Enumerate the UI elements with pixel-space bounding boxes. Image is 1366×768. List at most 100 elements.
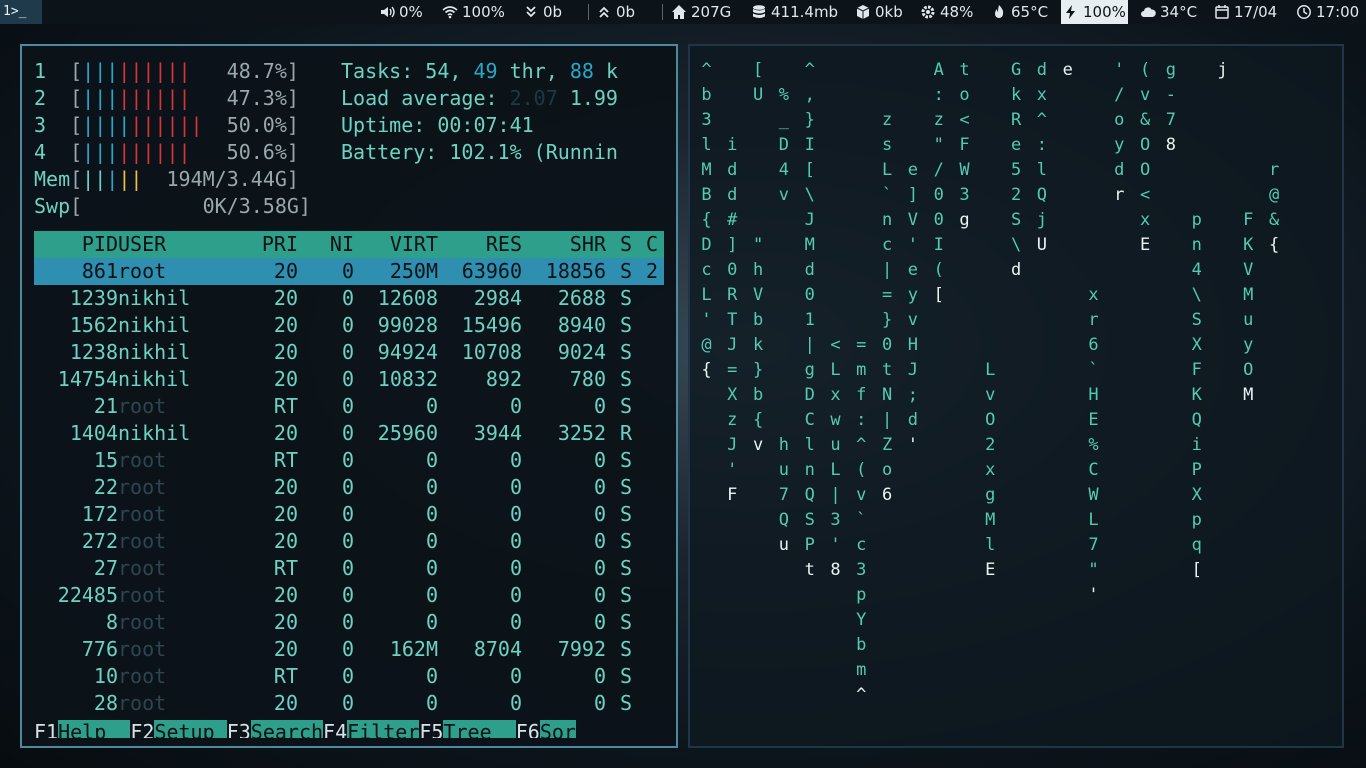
process-row[interactable]: 1238 nikhil 20 0 94924 10708 9024 S <box>34 339 664 366</box>
process-virt: 0 <box>425 583 438 607</box>
cmatrix-terminal[interactable]: ^ b 3 l M B{Dc L ' @{i d d #] 0 R T J = Xz J ' F [U " h Vb k} b{v… <box>688 44 1344 748</box>
fkey-label-f4[interactable]: Filter <box>347 720 420 738</box>
fkey-f3[interactable]: F3 <box>227 720 251 738</box>
process-row[interactable]: 21 root RT 0 0 0 0 S <box>34 393 664 420</box>
column-header-res[interactable]: RES <box>438 231 522 258</box>
cloud-icon <box>1141 7 1156 17</box>
process-shr: 18856 <box>545 259 606 283</box>
temperature-module[interactable]: 65°C <box>991 0 1048 24</box>
volume-module[interactable]: 0% <box>379 0 423 24</box>
date-module[interactable]: 17/04 <box>1214 0 1277 24</box>
kthreads-label: k <box>605 59 619 83</box>
fkey-f2[interactable]: F2 <box>130 720 154 738</box>
process-row[interactable]: 1562 nikhil 20 0 99028 15496 8940 S <box>34 312 664 339</box>
process-ni: 0 <box>341 610 354 634</box>
weather-module[interactable]: 34°C <box>1140 0 1197 24</box>
matrix-column: i d d #] 0 R T J = Xz J ' F <box>727 135 738 505</box>
upload-module[interactable]: 0b <box>596 0 635 24</box>
column-header-pri[interactable]: PRI <box>234 231 298 258</box>
cpu-id: 4 <box>34 140 47 164</box>
wifi-module[interactable]: 100% <box>442 0 505 24</box>
process-row[interactable]: 15 root RT 0 0 0 0 S <box>34 447 664 474</box>
swap-module[interactable]: 0kb <box>855 0 903 24</box>
cpu-module[interactable]: 48% <box>920 0 973 24</box>
battery-value: 100% <box>1083 3 1126 21</box>
load-average-1: 2.07 <box>509 86 558 110</box>
battery-module[interactable]: 100% <box>1061 0 1128 24</box>
htop-terminal[interactable]: 1 [||||||||| 48.7%] 2 [||||||||| 47.3%] 3 … <box>20 44 678 748</box>
column-header-s[interactable]: S <box>620 231 640 258</box>
process-table-header[interactable]: PID USER PRI NI VIRT RES SHR S C <box>34 231 664 258</box>
process-row[interactable]: 27 root RT 0 0 0 0 S <box>34 555 664 582</box>
weather-value: 34°C <box>1160 3 1198 21</box>
memory-module[interactable]: 411.4mb <box>751 0 838 24</box>
column-header-c[interactable]: C <box>646 231 664 258</box>
column-header-pid[interactable]: PID <box>34 231 118 258</box>
fkey-f4[interactable]: F4 <box>323 720 347 738</box>
download-module[interactable]: 0b <box>523 0 562 24</box>
tasks-label: Tasks: <box>341 59 414 83</box>
process-pri: 20 <box>273 421 298 445</box>
temperature-value: 65°C <box>1011 3 1049 21</box>
cpu-percent: 48.7% <box>226 59 287 83</box>
process-row[interactable]: 1404 nikhil 20 0 25960 3944 3252 R <box>34 420 664 447</box>
process-shr: 0 <box>593 529 606 553</box>
home-disk-module[interactable]: 207G <box>671 0 731 24</box>
process-virt: 162M <box>389 637 438 661</box>
process-pri: 20 <box>273 475 298 499</box>
cpu-id: 2 <box>34 86 47 110</box>
fkey-label-f2[interactable]: Setup <box>154 720 227 738</box>
process-row[interactable]: 861 root 20 0 250M 63960 18856 S 2 <box>34 258 664 285</box>
clock-module[interactable]: 17:00 <box>1296 0 1359 24</box>
cpu-meter-4: 4 [||||||||| 50.6%] <box>34 140 299 164</box>
matrix-column: A: z "/0 0 I([ <box>933 60 944 305</box>
process-res: 3944 <box>473 421 522 445</box>
process-s: S <box>620 529 633 553</box>
fkey-label-f6[interactable]: Sor <box>539 720 576 738</box>
calendar-icon <box>1215 5 1229 19</box>
process-pid: 21 <box>93 394 118 418</box>
process-res: 0 <box>509 502 522 526</box>
fkey-label-f3[interactable]: Search <box>250 720 324 738</box>
process-s: S <box>620 340 633 364</box>
matrix-column: % _ D 4 v hu7Qu <box>778 85 790 555</box>
fkey-f1[interactable]: F1 <box>34 720 58 738</box>
process-shr: 3252 <box>557 421 606 445</box>
fkey-f5[interactable]: F5 <box>419 720 443 738</box>
process-pid: 1239 <box>69 286 118 310</box>
download-value: 0b <box>543 3 563 21</box>
process-row[interactable]: 8 root 20 0 0 0 0 S <box>34 609 664 636</box>
database-icon <box>753 5 765 18</box>
process-res: 0 <box>509 583 522 607</box>
fkey-label-f5[interactable]: Tree <box>443 720 516 738</box>
process-s: S <box>620 610 633 634</box>
process-pid: 172 <box>81 502 118 526</box>
process-s: S <box>620 286 633 310</box>
process-shr: 0 <box>593 475 606 499</box>
fkey-label-f1[interactable]: Help <box>58 720 131 738</box>
column-header-shr[interactable]: SHR <box>522 231 606 258</box>
column-header-virt[interactable]: VIRT <box>354 231 438 258</box>
process-pri: 20 <box>273 583 298 607</box>
threads-count: 49 <box>473 59 498 83</box>
function-key-bar: F1Help F2Setup F3SearchF4FilterF5Tree F6… <box>34 719 576 738</box>
process-row[interactable]: 10 root RT 0 0 0 0 S <box>34 663 664 690</box>
process-row[interactable]: 172 root 20 0 0 0 0 S <box>34 501 664 528</box>
process-row[interactable]: 14754 nikhil 20 0 10832 892 780 S <box>34 366 664 393</box>
cpu-id: 3 <box>34 113 47 137</box>
process-row[interactable]: 776 root 20 0 162M 8704 7992 S <box>34 636 664 663</box>
process-row[interactable]: 22485 root 20 0 0 0 0 S <box>34 582 664 609</box>
workspace-indicator[interactable]: 1>_ <box>0 0 42 24</box>
date-value: 17/04 <box>1234 3 1278 21</box>
process-row[interactable]: 272 root 20 0 0 0 0 S <box>34 528 664 555</box>
column-header-ni[interactable]: NI <box>298 231 354 258</box>
process-pri: RT <box>273 556 298 580</box>
fkey-f6[interactable]: F6 <box>516 720 540 738</box>
process-row[interactable]: 1239 nikhil 20 0 12608 2984 2688 S <box>34 285 664 312</box>
matrix-column: g-78 <box>1165 60 1177 155</box>
process-row[interactable]: 28 root 20 0 0 0 0 S <box>34 690 664 717</box>
process-pid: 776 <box>81 637 118 661</box>
matrix-column: ^ b 3 l M B{Dc L ' @{ <box>701 60 712 380</box>
running-count: 88 <box>569 59 594 83</box>
process-row[interactable]: 22 root 20 0 0 0 0 S <box>34 474 664 501</box>
